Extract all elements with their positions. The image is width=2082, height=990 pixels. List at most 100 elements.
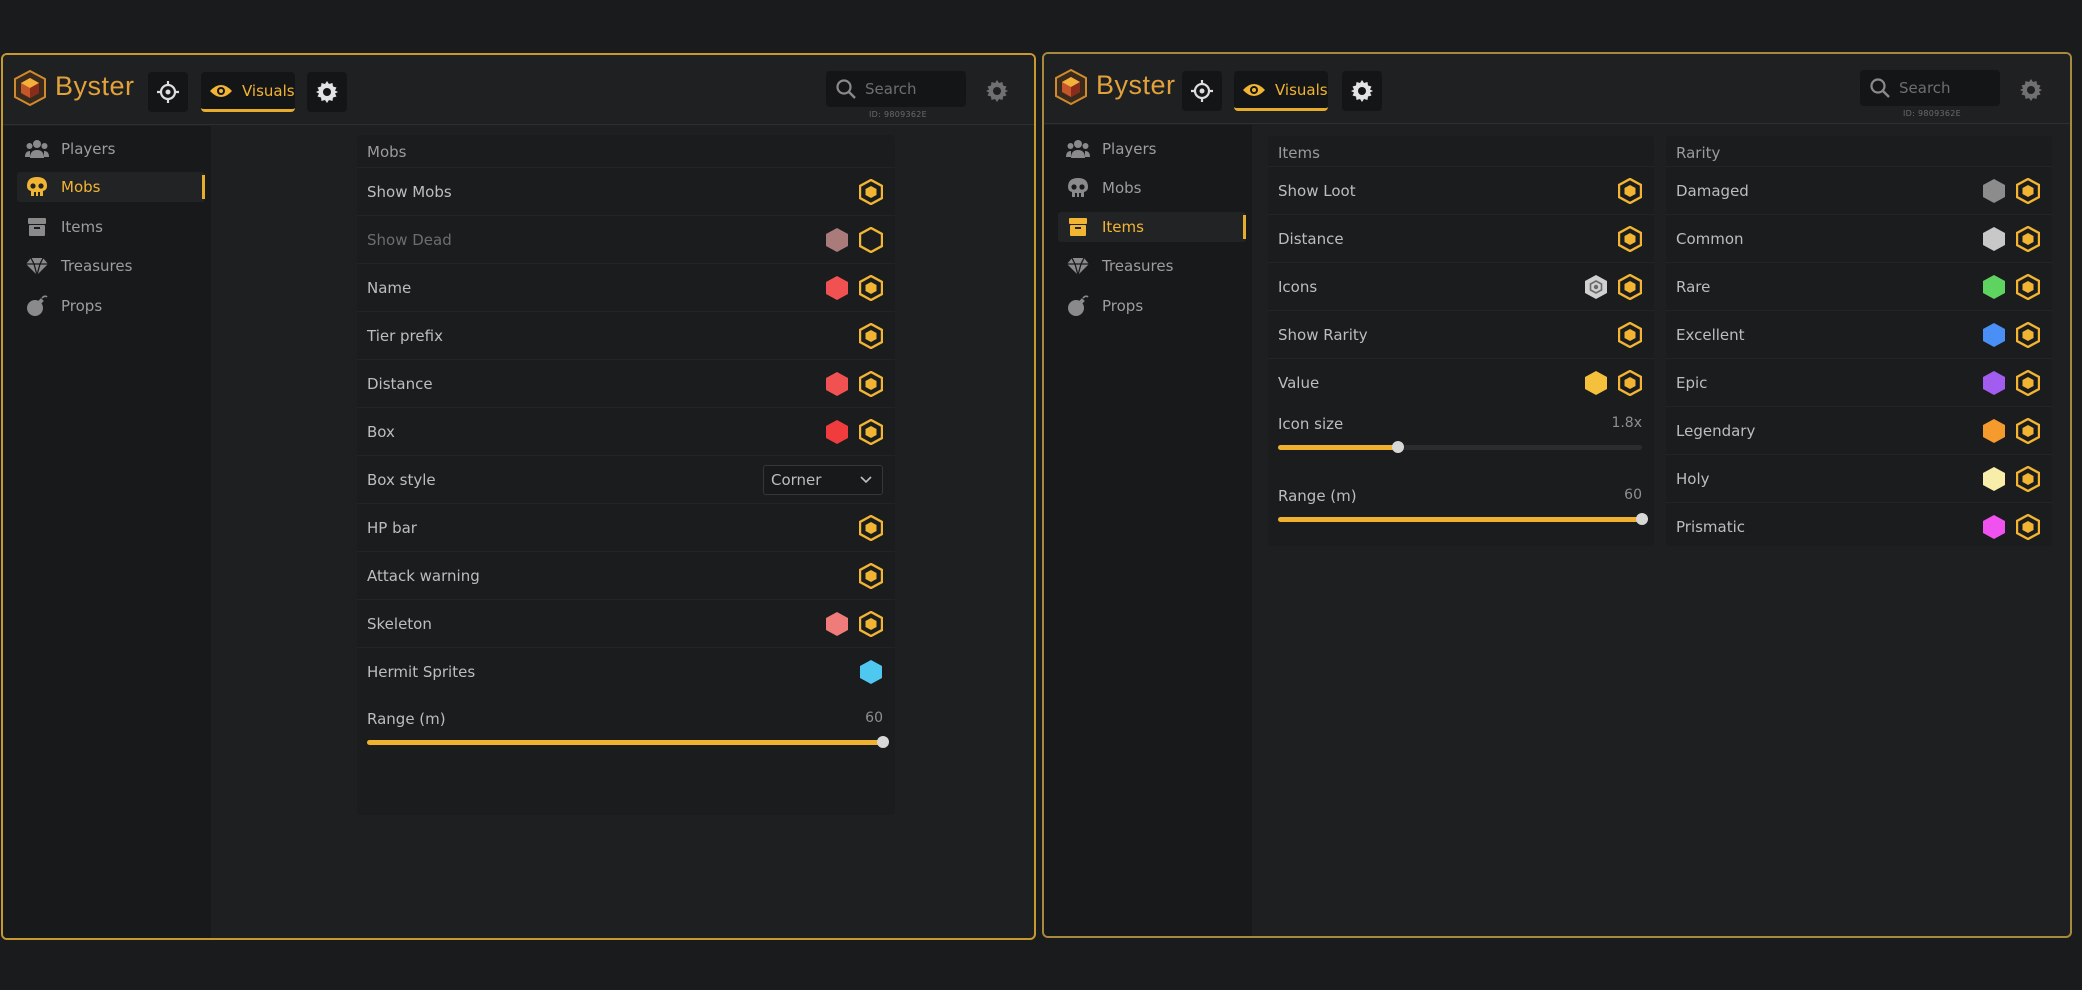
setting-controls <box>859 312 883 359</box>
color-swatch[interactable] <box>1982 466 2006 492</box>
toggle-hex-on[interactable] <box>2016 465 2040 492</box>
range-slider-knob[interactable] <box>877 736 889 748</box>
color-swatch[interactable] <box>1584 370 1608 396</box>
setting-controls <box>1982 503 2040 550</box>
range-slider[interactable] <box>367 736 889 748</box>
color-swatch[interactable] <box>1982 514 2006 540</box>
toggle-hex-on[interactable] <box>859 370 883 397</box>
color-swatch[interactable] <box>825 371 849 397</box>
bomb-icon <box>27 295 48 316</box>
sidebar-item-props[interactable]: Props <box>1058 291 1246 321</box>
sidebar-item-mobs[interactable]: Mobs <box>17 172 205 202</box>
tab-visuals[interactable]: Visuals <box>1234 71 1328 111</box>
setting-row-box-style: Box style Corner <box>357 455 895 503</box>
sidebar-item-players[interactable]: Players <box>1058 134 1246 164</box>
search-input[interactable] <box>865 80 960 98</box>
toggle-hex-on[interactable] <box>2016 417 2040 444</box>
toggle-hex-on[interactable] <box>859 562 883 589</box>
toggle-hex-on[interactable] <box>1618 273 1642 300</box>
color-swatch[interactable] <box>1982 370 2006 396</box>
color-swatch[interactable] <box>1982 322 2006 348</box>
setting-label: Box style <box>367 470 436 489</box>
setting-label: Rare <box>1676 277 1711 296</box>
box-style-select[interactable]: Corner <box>763 464 883 495</box>
color-swatch[interactable] <box>825 611 849 637</box>
color-swatch[interactable] <box>1982 274 2006 300</box>
crosshair-button[interactable] <box>1182 71 1222 111</box>
sidebar-item-treasures[interactable]: Treasures <box>1058 251 1246 281</box>
setting-label: Name <box>367 278 412 297</box>
color-swatch[interactable] <box>1584 274 1608 300</box>
toggle-hex-on[interactable] <box>1618 369 1642 396</box>
toggle-hex-on[interactable] <box>2016 513 2040 540</box>
toggle-hex-on[interactable] <box>859 610 883 637</box>
settings-tab-button[interactable] <box>1342 71 1382 111</box>
setting-label: Holy <box>1676 469 1710 488</box>
color-swatch[interactable] <box>825 419 849 445</box>
toggle-hex-on[interactable] <box>2016 321 2040 348</box>
toggle-hex-on[interactable] <box>2016 225 2040 252</box>
icon-size-slider[interactable] <box>1278 441 1642 453</box>
color-swatch[interactable] <box>1982 418 2006 444</box>
setting-label: Show Loot <box>1278 181 1356 200</box>
toggle-hex-on[interactable] <box>859 274 883 301</box>
setting-row-excellent: Excellent <box>1666 310 2052 358</box>
crosshair-button[interactable] <box>148 72 188 112</box>
brand-name: Byster <box>55 71 135 101</box>
gear-icon[interactable] <box>985 79 1009 103</box>
range-slider-knob[interactable] <box>1636 513 1648 525</box>
color-swatch[interactable] <box>1982 178 2006 204</box>
toggle-hex-on[interactable] <box>859 322 883 349</box>
search-box[interactable] <box>826 71 966 107</box>
sidebar-item-props[interactable]: Props <box>17 291 205 321</box>
setting-controls <box>1618 167 1642 214</box>
tab-visuals[interactable]: Visuals <box>201 72 295 112</box>
toggle-hex-on[interactable] <box>859 178 883 205</box>
setting-label: Show Rarity <box>1278 325 1368 344</box>
color-swatch[interactable] <box>825 227 849 253</box>
gear-icon[interactable] <box>2019 78 2043 102</box>
sidebar-item-treasures[interactable]: Treasures <box>17 251 205 281</box>
toggle-hex-on[interactable] <box>2016 177 2040 204</box>
toggle-hex-on[interactable] <box>859 418 883 445</box>
toggle-hex-on[interactable] <box>1618 177 1642 204</box>
sidebar-item-mobs[interactable]: Mobs <box>1058 173 1246 203</box>
setting-controls <box>859 504 883 551</box>
setting-row-prismatic: Prismatic <box>1666 502 2052 550</box>
setting-label: Skeleton <box>367 614 432 633</box>
setting-controls <box>1584 263 1642 310</box>
sidebar-item-players[interactable]: Players <box>17 134 205 164</box>
sidebar-item-items[interactable]: Items <box>17 212 205 242</box>
search-input[interactable] <box>1899 79 1994 97</box>
search-box[interactable] <box>1860 70 2000 106</box>
toggle-hex-on[interactable] <box>2016 369 2040 396</box>
icon-size-label: Icon size <box>1278 415 1344 433</box>
color-swatch[interactable] <box>859 659 883 685</box>
setting-controls <box>825 360 883 407</box>
color-swatch[interactable] <box>1982 226 2006 252</box>
setting-controls <box>859 648 883 695</box>
tab-visuals-label: Visuals <box>1275 80 1328 99</box>
sidebar-item-label: Items <box>1102 218 1144 236</box>
toggle-hex-off[interactable] <box>859 226 883 253</box>
range-slider[interactable] <box>1278 513 1648 525</box>
toggle-hex-on[interactable] <box>2016 273 2040 300</box>
skull-icon <box>27 177 47 196</box>
settings-tab-button[interactable] <box>307 72 347 112</box>
color-swatch[interactable] <box>825 275 849 301</box>
sidebar-item-label: Props <box>1102 297 1144 315</box>
toggle-hex-on[interactable] <box>1618 225 1642 252</box>
crosshair-icon <box>1191 80 1213 102</box>
toggle-hex-on[interactable] <box>859 514 883 541</box>
toggle-hex-on[interactable] <box>1618 321 1642 348</box>
sidebar-item-items[interactable]: Items <box>1058 212 1246 242</box>
icon-size-slider-knob[interactable] <box>1392 441 1405 453</box>
setting-label: Distance <box>367 374 433 393</box>
setting-controls <box>1618 215 1642 262</box>
setting-controls <box>1982 359 2040 406</box>
setting-label: Damaged <box>1676 181 1749 200</box>
setting-row-holy: Holy <box>1666 454 2052 502</box>
setting-row-icons: Icons <box>1268 262 1654 310</box>
setting-row-show-rarity: Show Rarity <box>1268 310 1654 358</box>
bomb-icon <box>1068 295 1089 316</box>
